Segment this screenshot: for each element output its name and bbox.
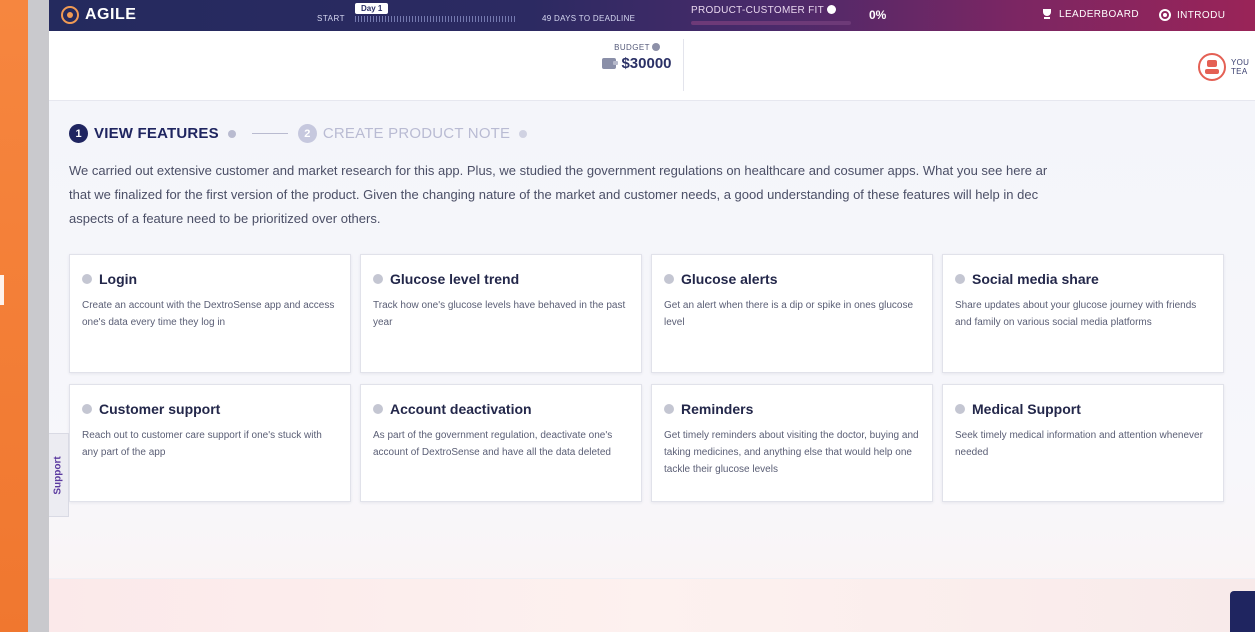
feature-description: Create an account with the DextroSense a… xyxy=(82,300,335,328)
feature-title: Login xyxy=(99,271,138,287)
status-header: BUDGET $30000 YOU TEA xyxy=(49,31,1255,101)
step-label: CREATE PRODUCT NOTE xyxy=(322,125,511,142)
feature-title-row: Glucose level trend xyxy=(373,271,519,287)
left-orange-strip-fill xyxy=(0,0,28,632)
step-info-icon[interactable] xyxy=(227,129,236,138)
feature-title: Customer support xyxy=(99,401,221,417)
feature-title: Reminders xyxy=(681,401,754,417)
feature-bullet-icon xyxy=(955,274,965,284)
budget-info-icon[interactable] xyxy=(651,43,660,51)
target-icon xyxy=(1159,9,1171,21)
left-orange-strip xyxy=(0,0,28,632)
budget-value-row: $30000 xyxy=(592,55,682,72)
app-window: AGILE START Day 1 49 DAYS TO DEADLINE PR… xyxy=(49,0,1255,632)
feature-bullet-icon xyxy=(955,404,965,414)
leaderboard-label: LEADERBOARD xyxy=(1059,9,1139,20)
step-indicator: 1 VIEW FEATURES 2 CREATE PRODUCT NOTE xyxy=(69,124,528,143)
pcf-progress-bar xyxy=(691,21,851,25)
day-badge: Day 1 xyxy=(355,3,389,14)
intro-paragraph: We carried out extensive customer and ma… xyxy=(69,159,1255,231)
feature-title: Medical Support xyxy=(972,401,1081,417)
team-label-line2: TEA xyxy=(1231,67,1248,76)
feature-bullet-icon xyxy=(664,274,674,284)
pcf-info-icon[interactable] xyxy=(827,5,837,14)
feature-description: As part of the government regulation, de… xyxy=(373,430,613,458)
budget-panel: BUDGET $30000 xyxy=(592,43,682,72)
feature-title: Glucose level trend xyxy=(390,271,520,287)
gray-gutter xyxy=(28,0,49,632)
step-create-product-note[interactable]: 2 CREATE PRODUCT NOTE xyxy=(297,124,528,143)
team-avatar-icon xyxy=(1198,53,1226,81)
feature-card-medical-support[interactable]: Medical Support Seek timely medical info… xyxy=(942,384,1224,502)
intro-line: We carried out extensive customer and ma… xyxy=(69,163,1048,178)
feature-bullet-icon xyxy=(664,404,674,414)
wallet-icon xyxy=(602,58,619,69)
feature-description: Share updates about your glucose journey… xyxy=(955,300,1197,328)
support-tab-label: Support xyxy=(53,455,65,495)
budget-label: BUDGET xyxy=(614,43,650,52)
feature-title: Glucose alerts xyxy=(681,271,778,287)
feature-title-row: Glucose alerts xyxy=(664,271,778,287)
pcf-label-row: PRODUCT-CUSTOMER FIT xyxy=(691,5,837,16)
feature-title-row: Social media share xyxy=(955,271,1099,287)
feature-card-account-deactivation[interactable]: Account deactivation As part of the gove… xyxy=(360,384,642,502)
feature-card-customer-support[interactable]: Customer support Reach out to customer c… xyxy=(69,384,351,502)
intro-line: that we finalized for the first version … xyxy=(69,187,1039,202)
feature-title-row: Medical Support xyxy=(955,401,1081,417)
next-button[interactable] xyxy=(1230,591,1255,632)
brand[interactable]: AGILE xyxy=(61,6,136,24)
support-tab[interactable]: Support xyxy=(49,433,69,517)
timeline-progress-bar xyxy=(355,16,517,22)
step-view-features[interactable]: 1 VIEW FEATURES xyxy=(69,124,236,143)
trophy-icon xyxy=(1041,9,1053,20)
feature-description: Get timely reminders about visiting the … xyxy=(664,430,919,475)
intro-line: aspects of a feature need to be prioriti… xyxy=(69,211,381,226)
team-label-line1: YOU xyxy=(1231,58,1250,67)
left-strip-marker xyxy=(0,275,4,305)
header-divider xyxy=(683,39,684,91)
feature-description: Track how one's glucose levels have beha… xyxy=(373,300,626,328)
step-number: 1 xyxy=(69,124,88,143)
budget-label-row: BUDGET xyxy=(592,43,682,52)
step-connector xyxy=(251,133,288,134)
feature-bullet-icon xyxy=(82,274,92,284)
budget-value: $30000 xyxy=(621,55,672,72)
brand-name: AGILE xyxy=(85,6,137,23)
leaderboard-link[interactable]: LEADERBOARD xyxy=(1041,9,1139,20)
top-navigation-bar: AGILE START Day 1 49 DAYS TO DEADLINE PR… xyxy=(49,0,1255,31)
step-label: VIEW FEATURES xyxy=(94,125,219,142)
feature-card-reminders[interactable]: Reminders Get timely reminders about vis… xyxy=(651,384,933,502)
feature-card-login[interactable]: Login Create an account with the DextroS… xyxy=(69,254,351,373)
agile-logo-icon xyxy=(61,6,79,24)
your-team-button[interactable]: YOU TEA xyxy=(1198,53,1249,81)
pcf-value: 0% xyxy=(869,8,887,22)
introduction-label: INTRODU xyxy=(1177,9,1226,21)
feature-bullet-icon xyxy=(373,404,383,414)
feature-description: Reach out to customer care support if on… xyxy=(82,430,322,458)
feature-title-row: Account deactivation xyxy=(373,401,532,417)
feature-title-row: Customer support xyxy=(82,401,220,417)
deadline-countdown: 49 DAYS TO DEADLINE xyxy=(542,14,636,23)
feature-bullet-icon xyxy=(82,404,92,414)
introduction-link[interactable]: INTRODU xyxy=(1159,9,1225,21)
deadline-timeline: START Day 1 49 DAYS TO DEADLINE xyxy=(317,0,657,31)
feature-title-row: Reminders xyxy=(664,401,753,417)
feature-title-row: Login xyxy=(82,271,137,287)
pcf-label: PRODUCT-CUSTOMER FIT xyxy=(691,5,825,16)
step-number: 2 xyxy=(297,124,317,143)
team-label: YOU TEA xyxy=(1231,58,1249,76)
step-info-icon[interactable] xyxy=(519,129,528,138)
bottom-action-band xyxy=(49,578,1255,632)
feature-bullet-icon xyxy=(373,274,383,284)
main-content: 1 VIEW FEATURES 2 CREATE PRODUCT NOTE We… xyxy=(49,101,1255,632)
feature-title: Social media share xyxy=(972,271,1099,287)
feature-description: Seek timely medical information and atte… xyxy=(955,430,1203,458)
timeline-start-label: START xyxy=(317,14,345,23)
feature-description: Get an alert when there is a dip or spik… xyxy=(664,300,914,328)
feature-card-glucose-level-trend[interactable]: Glucose level trend Track how one's gluc… xyxy=(360,254,642,373)
feature-card-social-media-share[interactable]: Social media share Share updates about y… xyxy=(942,254,1224,373)
feature-card-glucose-alerts[interactable]: Glucose alerts Get an alert when there i… xyxy=(651,254,933,373)
feature-title: Account deactivation xyxy=(390,401,532,417)
